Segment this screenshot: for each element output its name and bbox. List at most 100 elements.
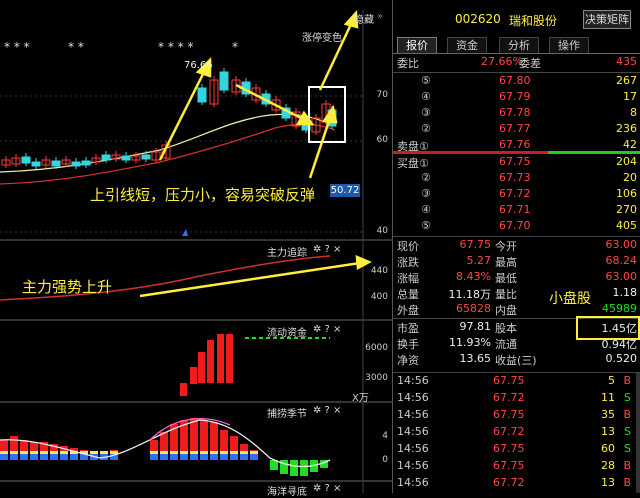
tick-row[interactable]: 14:56 67.72 13 S (393, 425, 640, 442)
stat-label: 涨幅 (397, 272, 419, 285)
flow-bar (190, 367, 197, 384)
stat-value: 8.43% (456, 270, 491, 283)
tick-row[interactable]: 14:56 67.72 13 B (393, 476, 640, 493)
flow-unit-label: X万 (352, 393, 369, 404)
season-bar-negative (290, 460, 298, 476)
stat-label: 量比 (495, 288, 517, 301)
tab-analysis[interactable]: 分析 (499, 37, 539, 53)
stat-value: 11.18万 (448, 288, 492, 301)
collapse-chevron-icon[interactable]: » (377, 11, 383, 22)
buy-order-row[interactable]: ⑤ 67.70 405 (393, 219, 640, 236)
sell-order-row[interactable]: ③ 67.78 8 (393, 106, 640, 123)
limit-color-label[interactable]: 涨停变色 (302, 29, 342, 44)
panel-title-season: 捕捞季节 (267, 409, 307, 420)
price-axis-label: 70 (376, 90, 388, 100)
stock-name: 瑞和股份 (509, 14, 558, 28)
season-bar-base (70, 454, 78, 460)
settings-gear-icon[interactable]: ✲ ? × (313, 324, 341, 335)
tick-time: 14:56 (397, 408, 429, 421)
season-bar-mark (20, 451, 28, 454)
stat-value: 0.94亿 (601, 338, 638, 351)
season-bar-base (190, 454, 198, 460)
stat-label: 收益(三) (495, 354, 537, 367)
stat-label: 现价 (397, 240, 419, 253)
order-volume: 236 (616, 122, 637, 135)
fundamental-row: 净资 13.65 收益(三) 0.520 (393, 352, 640, 369)
stock-code: 002620 (455, 12, 501, 26)
tick-direction: S (624, 391, 631, 404)
order-volume: 267 (616, 74, 637, 87)
order-price: 67.73 (499, 171, 531, 184)
tab-funds[interactable]: 资金 (447, 37, 487, 53)
ma-line-red (0, 123, 336, 185)
order-level: ⑤ (421, 219, 431, 232)
tick-price: 67.72 (493, 476, 525, 489)
flow-bar (217, 334, 224, 383)
buy-order-row[interactable]: ④ 67.71 270 (393, 203, 640, 220)
season-bar-mark (40, 451, 48, 454)
fundamental-row: 市盈 97.81 股本 1.45亿 (393, 320, 640, 337)
stat-label: 内盘 (495, 304, 517, 317)
stat-value: 68.24 (605, 254, 638, 267)
tick-row[interactable]: 14:56 67.75 60 S (393, 442, 640, 459)
order-volume: 204 (616, 155, 637, 168)
buy-order-row[interactable]: ② 67.73 20 (393, 171, 640, 188)
order-price: 67.79 (499, 90, 531, 103)
order-volume: 405 (616, 219, 637, 232)
price-axis-label: 40 (376, 226, 388, 236)
candlestick-series (1, 68, 337, 169)
tick-row[interactable]: 14:56 67.72 11 S (393, 391, 640, 408)
order-volume: 106 (616, 187, 637, 200)
buy-order-row[interactable]: 买盘① 67.75 204 (393, 155, 640, 172)
stat-label: 市盈 (397, 322, 419, 335)
order-volume: 20 (623, 171, 637, 184)
season-bar-mark (160, 451, 168, 454)
candle-body (121, 155, 131, 161)
season-bar-base (50, 454, 58, 460)
signal-stars: * * * * (158, 40, 194, 54)
season-bar-mark (200, 451, 208, 454)
sell-order-row[interactable]: ⑤ 67.80 267 (393, 74, 640, 91)
season-bar-base (10, 454, 18, 460)
sell-order-row[interactable]: ④ 67.79 17 (393, 90, 640, 107)
tick-direction: S (624, 425, 631, 438)
settings-gear-icon[interactable]: ✲ ? × (313, 244, 341, 255)
season-bar-series (0, 418, 328, 476)
stat-label: 最高 (495, 256, 517, 269)
season-bar-base (160, 454, 168, 460)
settings-gear-icon[interactable]: ✲ ? × (313, 405, 341, 416)
stat-label: 涨跌 (397, 256, 419, 269)
order-price: 67.78 (499, 106, 531, 119)
sell-order-row[interactable]: ② 67.77 236 (393, 122, 640, 139)
order-price: 67.75 (499, 155, 531, 168)
tick-scrollbar[interactable] (636, 373, 640, 493)
order-level: ④ (421, 203, 431, 216)
tab-quote[interactable]: 报价 (397, 37, 437, 53)
order-price: 67.70 (499, 219, 531, 232)
stat-value: 65828 (456, 302, 491, 315)
stat-value: 0.520 (605, 352, 638, 365)
fundamental-row: 换手 11.93% 流通 0.94亿 (393, 336, 640, 353)
order-price: 67.72 (499, 187, 531, 200)
tab-operation[interactable]: 操作 (549, 37, 589, 53)
buy-order-row[interactable]: ③ 67.72 106 (393, 187, 640, 204)
tick-row[interactable]: 14:56 67.75 28 B (393, 459, 640, 476)
tick-row[interactable]: 14:56 67.75 35 B (393, 408, 640, 425)
flow-bar (207, 340, 214, 383)
weibi-value: 27.66% (481, 55, 523, 68)
trace-axis-label: 440 (370, 266, 388, 276)
hide-button[interactable]: 隐藏 (354, 11, 374, 26)
candle-body (81, 160, 91, 166)
flow-bar-series (180, 334, 233, 396)
stat-value: 1.45亿 (601, 322, 638, 335)
tick-volume: 35 (601, 408, 615, 421)
signal-stars: * * * (4, 40, 30, 54)
settings-gear-icon[interactable]: ✲ ? × (313, 483, 341, 494)
stat-row: 涨幅 8.43% 最低 63.00 (393, 270, 640, 287)
tick-time: 14:56 (397, 442, 429, 455)
decision-matrix-button[interactable]: 决策矩阵 (583, 10, 631, 29)
season-bar-mark (100, 451, 108, 454)
tick-volume: 13 (601, 476, 615, 489)
tick-row[interactable]: 14:56 67.75 5 B (393, 374, 640, 391)
order-level: ② (421, 122, 431, 135)
